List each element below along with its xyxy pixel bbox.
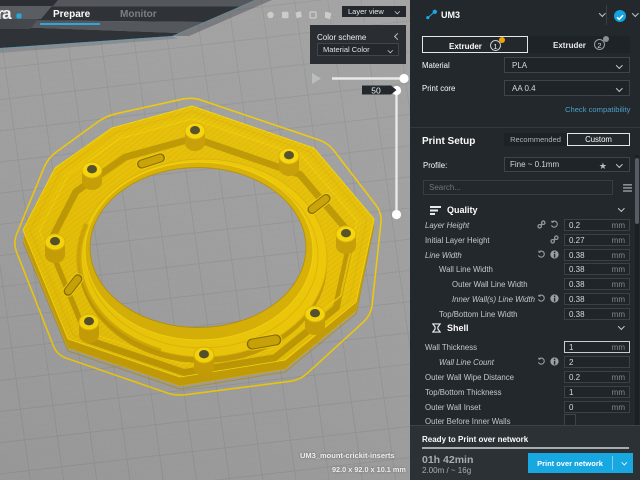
svg-text:Prepare: Prepare bbox=[53, 9, 91, 20]
svg-text:Monitor: Monitor bbox=[120, 9, 157, 20]
svg-text:50: 50 bbox=[371, 86, 381, 96]
